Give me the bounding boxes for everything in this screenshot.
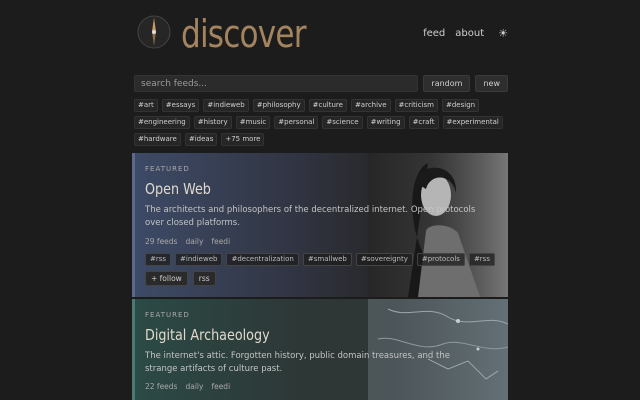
card-tag[interactable]: #sovereignty bbox=[355, 253, 413, 266]
card-tag[interactable]: #smallweb bbox=[302, 253, 352, 266]
card-tags: #rss #indieweb #decentralization #smallw… bbox=[145, 253, 495, 266]
feed-count: 29 feeds bbox=[145, 237, 178, 246]
featured-card-digital-archaeology[interactable]: FEATURED Digital Archaeology The interne… bbox=[132, 299, 508, 400]
card-title[interactable]: Open Web bbox=[145, 180, 211, 198]
card-tag[interactable]: #rss bbox=[468, 253, 495, 266]
search-input[interactable] bbox=[134, 75, 419, 92]
brand-title[interactable]: discover bbox=[181, 12, 307, 56]
tag-archive[interactable]: #archive bbox=[350, 99, 391, 112]
featured-label: FEATURED bbox=[145, 311, 190, 319]
tag-science[interactable]: #science bbox=[322, 116, 363, 129]
tag-hardware[interactable]: #hardware bbox=[134, 133, 181, 146]
more-tags-button[interactable]: +75 more bbox=[221, 133, 265, 146]
header: discover feed about ☀ bbox=[136, 12, 508, 56]
nav-about-link[interactable]: about bbox=[455, 28, 484, 39]
tag-craft[interactable]: #craft bbox=[408, 116, 439, 129]
tag-design[interactable]: #design bbox=[442, 99, 480, 112]
update-frequency: daily bbox=[185, 237, 204, 246]
card-tag[interactable]: #rss bbox=[145, 253, 172, 266]
nav-feed-link[interactable]: feed bbox=[423, 28, 445, 39]
compass-icon bbox=[137, 15, 171, 49]
search-row: random new bbox=[134, 75, 508, 92]
theme-toggle-icon[interactable]: ☀ bbox=[498, 27, 508, 40]
random-button[interactable]: random bbox=[423, 75, 471, 92]
card-tag[interactable]: #decentralization bbox=[226, 253, 299, 266]
tag-art[interactable]: #art bbox=[134, 99, 158, 112]
rss-button[interactable]: rss bbox=[192, 271, 216, 286]
top-nav: feed about ☀ bbox=[423, 27, 508, 40]
card-meta: 29 feeds daily feedi bbox=[145, 237, 230, 246]
tag-engineering[interactable]: #engineering bbox=[134, 116, 190, 129]
tag-indieweb[interactable]: #indieweb bbox=[203, 99, 249, 112]
source-name: feedi bbox=[211, 237, 231, 246]
tag-culture[interactable]: #culture bbox=[308, 99, 347, 112]
new-button[interactable]: new bbox=[475, 75, 508, 92]
card-actions: + follow rss bbox=[145, 271, 216, 286]
featured-label: FEATURED bbox=[145, 165, 190, 173]
source-name: feedi bbox=[211, 382, 231, 391]
tag-experimental[interactable]: #experimental bbox=[442, 116, 503, 129]
card-meta: 22 feeds daily feedi bbox=[145, 382, 230, 391]
tag-ideas[interactable]: #ideas bbox=[184, 133, 218, 146]
card-tag[interactable]: #protocols bbox=[416, 253, 465, 266]
tag-music[interactable]: #music bbox=[235, 116, 271, 129]
tag-personal[interactable]: #personal bbox=[274, 116, 319, 129]
tag-writing[interactable]: #writing bbox=[366, 116, 405, 129]
card-description: The internet's attic. Forgotten history,… bbox=[145, 351, 450, 374]
tag-history[interactable]: #history bbox=[193, 116, 232, 129]
card-title[interactable]: Digital Archaeology bbox=[145, 326, 270, 344]
feed-count: 22 feeds bbox=[145, 382, 178, 391]
tag-essays[interactable]: #essays bbox=[161, 99, 200, 112]
tag-list: #art #essays #indieweb #philosophy #cult… bbox=[134, 99, 508, 146]
tag-philosophy[interactable]: #philosophy bbox=[252, 99, 305, 112]
update-frequency: daily bbox=[185, 382, 204, 391]
featured-card-open-web[interactable]: FEATURED Open Web The architects and phi… bbox=[132, 153, 508, 297]
card-tag[interactable]: #indieweb bbox=[175, 253, 223, 266]
follow-button[interactable]: + follow bbox=[145, 271, 188, 286]
card-description: The architects and philosophers of the d… bbox=[145, 205, 476, 228]
tag-criticism[interactable]: #criticism bbox=[394, 99, 438, 112]
